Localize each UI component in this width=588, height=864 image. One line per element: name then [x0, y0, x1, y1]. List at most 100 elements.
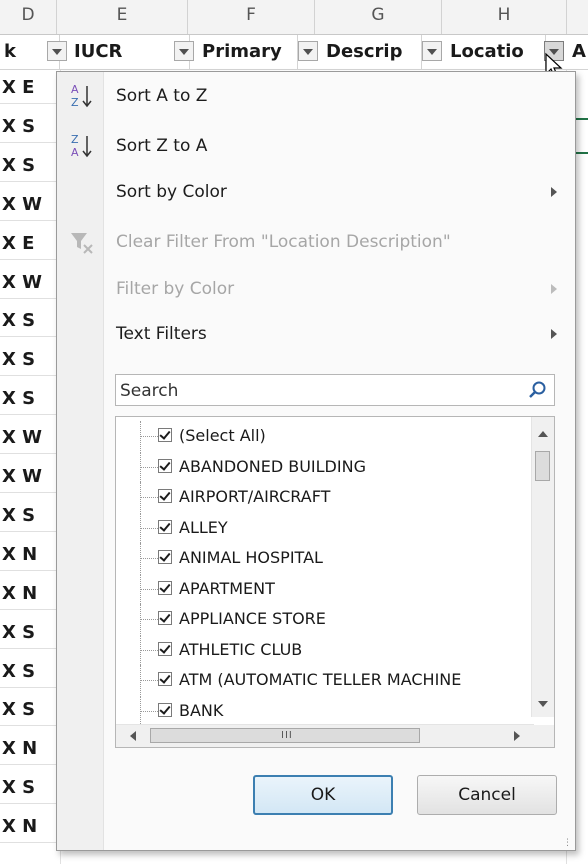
table-header-row: k IUCR Primary Descrip Locatio A — [0, 35, 588, 70]
ok-button[interactable]: OK — [253, 775, 393, 815]
table-row[interactable]: X S — [0, 773, 62, 805]
filter-list-item[interactable]: (Select All) — [116, 421, 516, 451]
horizontal-scrollbar[interactable]: III — [116, 724, 534, 747]
checkbox[interactable] — [158, 702, 172, 717]
menu-label: Sort Z to A — [116, 136, 208, 156]
svg-text:A: A — [71, 146, 79, 159]
tree-line — [140, 558, 158, 559]
table-row[interactable]: X S — [0, 695, 62, 727]
header-label: Locatio — [450, 41, 524, 62]
table-row[interactable]: X N — [0, 579, 62, 610]
menu-label: Sort by Color — [116, 182, 227, 202]
table-row[interactable]: X S — [0, 618, 62, 649]
filter-item-label: BANK — [179, 700, 224, 720]
checkbox[interactable] — [158, 641, 172, 656]
filter-list-item[interactable]: ABANDONED BUILDING — [116, 451, 516, 482]
table-row[interactable]: X W — [0, 423, 62, 455]
filter-list-item[interactable]: ANIMAL HOSPITAL — [116, 543, 516, 573]
resize-grip-icon[interactable]: ⋮ — [563, 839, 572, 848]
filter-list-item[interactable]: APPLIANCE STORE — [116, 604, 516, 634]
filter-dropdown-button[interactable] — [422, 41, 442, 61]
checkbox[interactable] — [158, 672, 172, 686]
filter-list-item[interactable]: APARTMENT — [116, 573, 516, 604]
table-row[interactable]: X E — [0, 229, 62, 260]
column-letter-h[interactable]: H — [442, 0, 567, 34]
table-row[interactable]: X N — [0, 734, 62, 766]
tree-line — [140, 710, 158, 712]
filter-dropdown-button[interactable] — [298, 41, 318, 61]
search-icon[interactable] — [528, 380, 548, 400]
filter-list-item[interactable]: AIRPORT/AIRCRAFT — [116, 482, 516, 512]
table-row[interactable]: X W — [0, 268, 62, 299]
checkbox[interactable] — [158, 611, 172, 625]
tree-line — [140, 527, 158, 529]
filter-dropdown-button[interactable] — [174, 41, 194, 61]
column-letter-text: G — [371, 5, 385, 25]
checkbox[interactable] — [158, 550, 172, 564]
checkbox[interactable] — [158, 458, 172, 473]
table-row[interactable]: X W — [0, 462, 62, 493]
tree-line — [140, 466, 158, 468]
filter-item-label: APPLIANCE STORE — [179, 609, 326, 628]
column-letter-f[interactable]: F — [188, 0, 315, 34]
header-label: k — [4, 41, 16, 62]
table-row[interactable]: X N — [0, 540, 62, 571]
filter-dropdown-button[interactable] — [47, 41, 67, 61]
column-letter-e[interactable]: E — [57, 0, 188, 34]
sort-a-to-z-item[interactable]: A Z Sort A to Z — [57, 74, 575, 118]
filter-search-box[interactable] — [115, 374, 555, 407]
search-input[interactable] — [116, 375, 522, 407]
filter-item-label: ATHLETIC CLUB — [179, 639, 303, 659]
filter-list-item[interactable]: ATM (AUTOMATIC TELLER MACHINE — [116, 665, 516, 695]
scroll-right-icon[interactable] — [514, 731, 520, 741]
header-cell-primary[interactable]: Primary — [198, 35, 298, 69]
scroll-thumb[interactable]: III — [150, 728, 420, 743]
table-row[interactable]: X S — [0, 657, 62, 688]
column-letter-text: H — [497, 5, 511, 25]
table-row[interactable]: X S — [0, 306, 62, 338]
scroll-up-icon[interactable] — [538, 431, 548, 437]
header-cell-iucr[interactable]: IUCR — [70, 35, 190, 69]
table-row[interactable]: X W — [0, 190, 62, 221]
menu-label: Sort A to Z — [116, 86, 208, 106]
table-row[interactable]: X N — [0, 812, 62, 844]
header-cell-location[interactable]: Locatio — [446, 35, 546, 69]
checkbox[interactable] — [158, 428, 172, 442]
sort-z-to-a-item[interactable]: Z A Sort Z to A — [57, 124, 575, 168]
header-cell-next[interactable]: A — [568, 35, 588, 69]
checkbox[interactable] — [158, 580, 172, 595]
filter-item-label: (Select All) — [179, 426, 266, 445]
table-row[interactable]: X E — [0, 73, 62, 104]
scroll-down-icon[interactable] — [538, 701, 548, 707]
submenu-arrow-icon — [551, 284, 557, 294]
scroll-left-icon[interactable] — [130, 731, 136, 741]
table-row[interactable]: X S — [0, 345, 62, 377]
cancel-button[interactable]: Cancel — [417, 775, 557, 815]
clear-filter-item[interactable]: Clear Filter From "Location Description" — [57, 220, 575, 264]
vertical-scrollbar[interactable] — [531, 417, 554, 717]
checkbox[interactable] — [158, 519, 172, 534]
header-label: Primary — [202, 41, 282, 62]
table-row[interactable]: X S — [0, 112, 62, 143]
table-row[interactable]: X S — [0, 151, 62, 182]
scroll-thumb[interactable] — [535, 451, 550, 481]
column-letter-g[interactable]: G — [315, 0, 442, 34]
clear-filter-icon — [71, 233, 93, 254]
filter-values-list[interactable]: (Select All) ABANDONED BUILDING AIRPORT/AI… — [115, 416, 555, 748]
filter-list-item[interactable]: BANK — [116, 695, 516, 726]
tree-line — [140, 588, 158, 590]
filter-list-item[interactable]: ALLEY — [116, 512, 516, 543]
checkbox[interactable] — [158, 489, 172, 503]
table-row[interactable]: X S — [0, 501, 62, 532]
submenu-arrow-icon — [551, 187, 557, 197]
header-cell-description[interactable]: Descrip — [322, 35, 422, 69]
sort-by-color-item[interactable]: Sort by Color — [57, 170, 575, 214]
submenu-arrow-icon — [551, 329, 557, 339]
column-letter-d[interactable]: D — [0, 0, 57, 34]
filter-list-item[interactable]: ATHLETIC CLUB — [116, 634, 516, 665]
table-row[interactable]: X S — [0, 384, 62, 416]
menu-label: Clear Filter From "Location Description" — [116, 232, 451, 252]
svg-text:Z: Z — [71, 96, 79, 109]
text-filters-item[interactable]: Text Filters — [57, 312, 575, 356]
filter-by-color-item[interactable]: Filter by Color — [57, 267, 575, 311]
